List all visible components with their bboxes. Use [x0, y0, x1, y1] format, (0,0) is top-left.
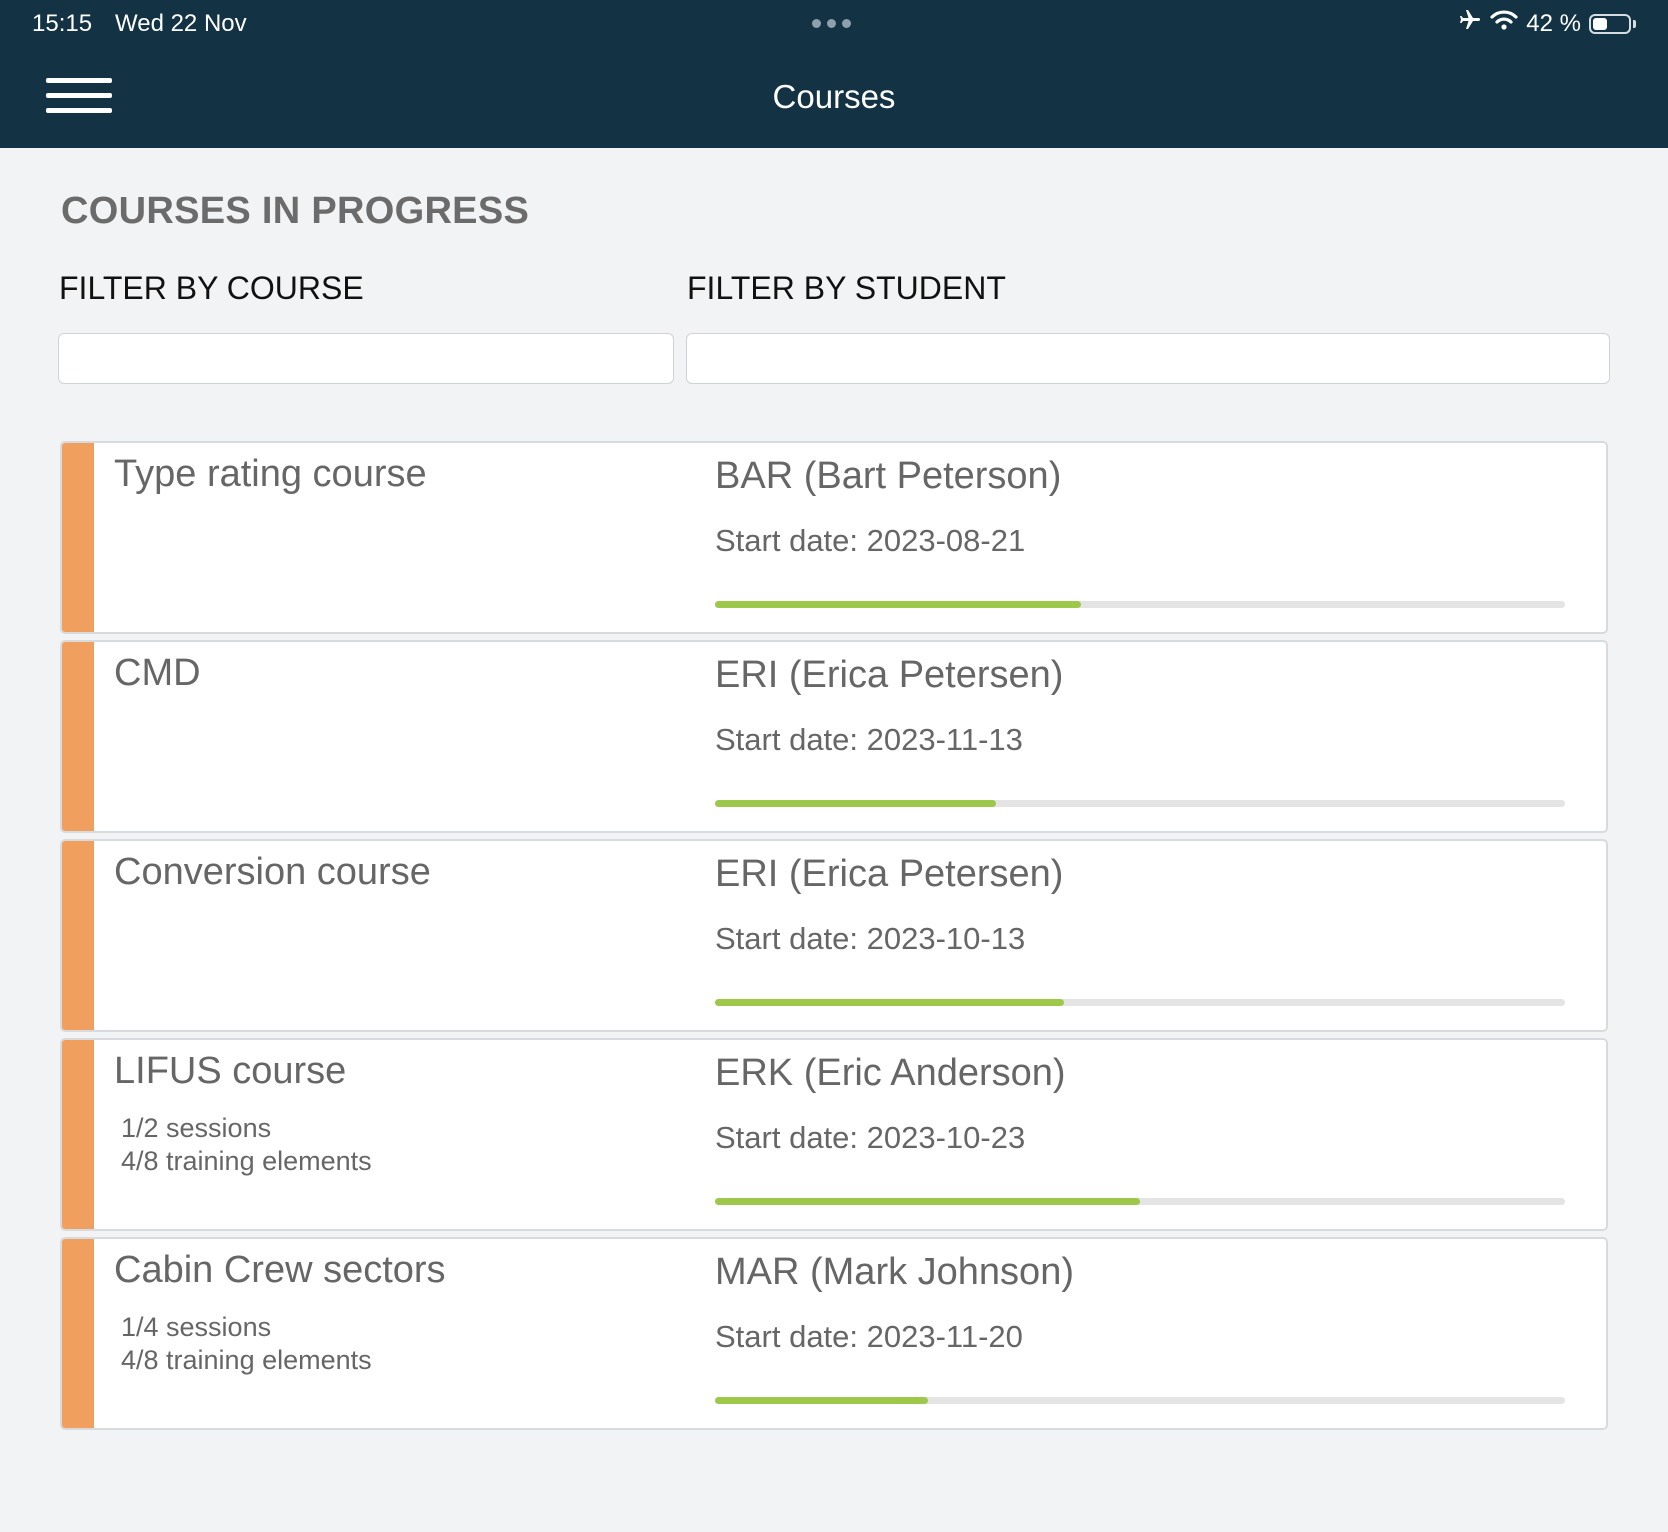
course-name: Cabin Crew sectors	[114, 1249, 446, 1291]
filter-course-label: FILTER BY COURSE	[59, 270, 364, 306]
progress-fill	[715, 1198, 1140, 1205]
course-card[interactable]: LIFUS course 1/2 sessions 4/8 training e…	[60, 1038, 1608, 1231]
training-elements-count: 4/8 training elements	[121, 1345, 372, 1375]
sessions-count: 1/4 sessions	[121, 1312, 272, 1342]
battery-cap	[1633, 19, 1636, 28]
card-accent-bar	[62, 642, 94, 831]
card-accent-bar	[62, 1040, 94, 1229]
card-accent-bar	[62, 1239, 94, 1428]
filter-student-input[interactable]	[686, 333, 1610, 384]
status-date: Wed 22 Nov	[115, 10, 247, 37]
progress-fill	[715, 800, 996, 807]
training-elements-count: 4/8 training elements	[121, 1146, 372, 1176]
progress-bar	[715, 999, 1565, 1006]
course-progress-meta: 1/2 sessions 4/8 training elements	[121, 1112, 372, 1178]
course-progress-meta: 1/4 sessions 4/8 training elements	[121, 1311, 372, 1377]
progress-fill	[715, 1397, 928, 1404]
course-card[interactable]: CMD ERI (Erica Petersen) Start date: 202…	[60, 640, 1608, 833]
course-card[interactable]: Conversion course ERI (Erica Petersen) S…	[60, 839, 1608, 1032]
start-date: Start date: 2023-10-23	[715, 1120, 1026, 1155]
student-name: ERK (Eric Anderson)	[715, 1052, 1066, 1094]
course-name: Type rating course	[114, 453, 427, 495]
card-accent-bar	[62, 841, 94, 1030]
status-indicators: 42 %	[1458, 8, 1636, 39]
student-name: MAR (Mark Johnson)	[715, 1251, 1074, 1293]
course-name: LIFUS course	[114, 1050, 347, 1092]
progress-bar	[715, 800, 1565, 807]
top-app-bar: 15:15 Wed 22 Nov 42 % Courses	[0, 0, 1668, 148]
start-date: Start date: 2023-08-21	[715, 523, 1026, 558]
progress-bar	[715, 1198, 1565, 1205]
student-name: ERI (Erica Petersen)	[715, 853, 1064, 895]
course-card[interactable]: Type rating course BAR (Bart Peterson) S…	[60, 441, 1608, 634]
section-title: COURSES IN PROGRESS	[61, 190, 530, 232]
filter-course-input[interactable]	[58, 333, 674, 384]
filter-student-label: FILTER BY STUDENT	[687, 270, 1006, 306]
start-date: Start date: 2023-11-20	[715, 1319, 1023, 1354]
status-time: 15:15	[32, 10, 93, 37]
progress-bar	[715, 601, 1565, 608]
course-name: CMD	[114, 652, 201, 694]
page-title: Courses	[772, 78, 896, 115]
sessions-count: 1/2 sessions	[121, 1113, 272, 1143]
progress-bar	[715, 1397, 1565, 1404]
course-list: Type rating course BAR (Bart Peterson) S…	[60, 441, 1608, 1436]
course-card[interactable]: Cabin Crew sectors 1/4 sessions 4/8 trai…	[60, 1237, 1608, 1430]
start-date: Start date: 2023-11-13	[715, 722, 1023, 757]
wifi-icon	[1490, 9, 1518, 38]
course-name: Conversion course	[114, 851, 431, 893]
student-name: BAR (Bart Peterson)	[715, 455, 1062, 497]
card-accent-bar	[62, 443, 94, 632]
progress-fill	[715, 601, 1081, 608]
start-date: Start date: 2023-10-13	[715, 921, 1026, 956]
multitasking-dots-icon[interactable]	[812, 19, 851, 28]
airplane-icon	[1458, 8, 1482, 39]
student-name: ERI (Erica Petersen)	[715, 654, 1064, 696]
battery-percent: 42 %	[1526, 9, 1581, 37]
battery-icon	[1589, 13, 1631, 34]
progress-fill	[715, 999, 1064, 1006]
